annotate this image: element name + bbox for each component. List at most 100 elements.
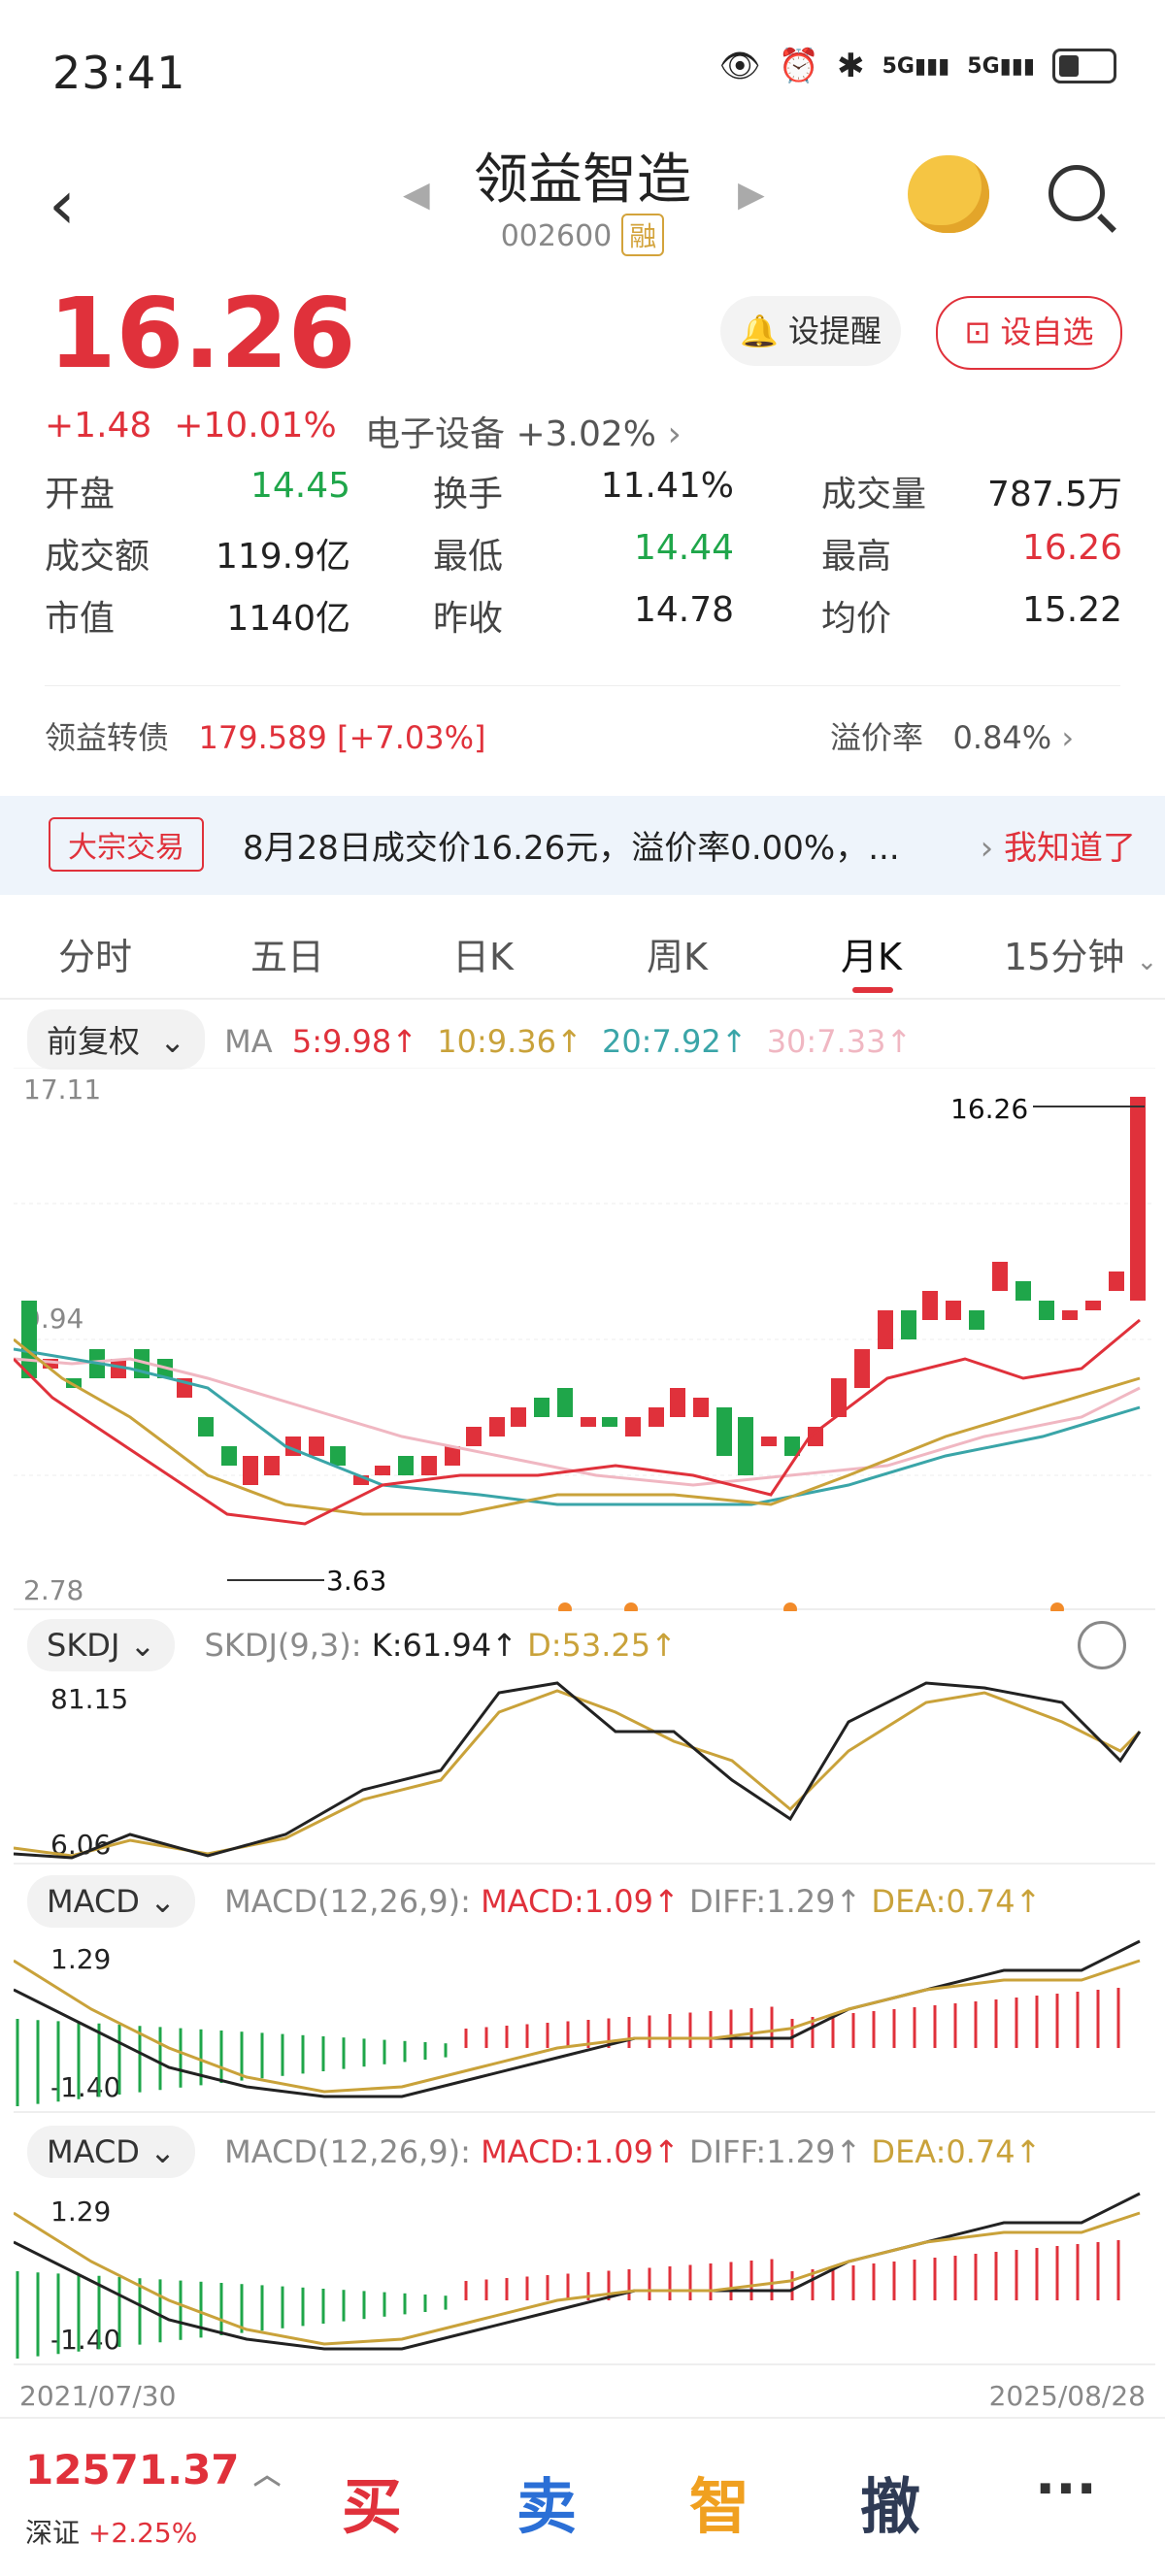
date-end: 2025/08/28 [988,2380,1146,2412]
status-icons: 👁 ⏰ ✱ 5G▮▮▮ 5G▮▮▮ [719,47,1116,85]
candle [901,1310,916,1339]
macd-select-1[interactable]: MACD ⌄ [27,1875,195,1928]
tab-intraday[interactable]: 分时 [58,927,132,980]
signal-icon: 5G▮▮▮ [882,53,950,79]
skdj-select[interactable]: SKDJ ⌄ [27,1619,176,1671]
macd-select-2[interactable]: MACD ⌄ [27,2126,195,2178]
candle [511,1407,526,1427]
ma5-value: 5:9.98↑ [291,1023,418,1060]
skdj-params: SKDJ(9,3): [204,1627,362,1664]
bell-icon: 🔔 [739,313,779,349]
candle [375,1466,390,1475]
stat-value: 14.78 [633,590,734,630]
dea-value: DEA:0.74↑ [871,2133,1042,2170]
chevron-right-icon: › [1061,719,1075,756]
stat-label: 均价 [821,599,892,639]
ma30-value: 30:7.33↑ [766,1023,913,1060]
stats-row: 开盘 14.45 换手 11.41% 成交量 787.5万 [45,466,1132,524]
stat-value: 787.5万 [986,475,1122,514]
divider [0,998,1165,1000]
ma-label: MA [224,1023,273,1060]
add-watchlist-button[interactable]: ⊡ 设自选 [936,296,1122,370]
tab-15min[interactable]: 15分钟 ⌄ [1004,927,1157,980]
candle [198,1417,214,1437]
candle [330,1446,346,1466]
stat-label: 市值 [45,599,116,639]
ma-legend: 前复权 ⌄ MA 5:9.98↑ 10:9.36↑ 20:7.92↑ 30:7.… [27,1009,1153,1070]
chart-tabs: 分时 五日 日K 周K 月K 15分钟 ⌄ [0,917,1165,995]
adjust-mode-select[interactable]: 前复权 ⌄ [27,1009,205,1070]
high-marker: 16.26 [950,1093,1028,1125]
tab-five-day[interactable]: 五日 [250,927,324,980]
stock-code-line: 002600 融 [0,214,1165,256]
candle [878,1310,893,1349]
skdj-legend: SKDJ ⌄ SKDJ(9,3): K:61.94↑ D:53.25↑ [27,1619,677,1671]
battery-icon [1052,49,1116,83]
candle [309,1437,324,1456]
smart-button[interactable]: 智 [689,2458,749,2545]
index-info: 深证 +2.25% [25,2517,198,2549]
chevron-right-icon: › [980,829,1004,868]
stat-label: 最低 [433,537,504,577]
candle [922,1291,938,1320]
diff-value: DIFF:1.29↑ [689,2133,862,2170]
eye-icon: 👁 [718,47,761,85]
stat-value: 11.41% [600,466,734,506]
event-dot [624,1602,638,1611]
candle [992,1262,1008,1291]
dismiss-button[interactable]: › 我知道了 [981,821,1136,869]
cancel-order-button[interactable]: 撤 [860,2458,920,2545]
buy-button[interactable]: 买 [342,2458,402,2545]
macd-top: 1.29 [50,1943,111,1975]
stat-label: 成交量 [821,475,927,514]
candle [649,1407,664,1427]
mascot-avatar[interactable] [908,155,989,233]
macd-params: MACD(12,26,9): [224,1883,471,1920]
block-trade-message[interactable]: 8月28日成交价16.26元，溢价率0.00%，... [243,821,900,869]
settings-icon[interactable] [1078,1621,1126,1669]
tab-monthly-k[interactable]: 月K [841,927,902,980]
search-icon[interactable] [1048,165,1105,221]
candle [466,1427,482,1446]
candle [489,1417,505,1437]
stat-label: 昨收 [433,599,504,639]
macd-chart-1[interactable]: 1.29 -1.40 [14,1932,1155,2116]
candle [738,1417,753,1475]
stat-label: 成交额 [45,537,150,577]
tab-weekly-k[interactable]: 周K [647,927,708,980]
event-dot [1050,1602,1064,1611]
index-value[interactable]: 12571.37 ︿ [25,2446,281,2493]
candle [398,1456,414,1475]
candle [421,1456,437,1475]
stat-value: 119.9亿 [215,537,350,577]
stock-name: 领益智造 [474,149,691,212]
stat-value: 15.22 [1021,590,1122,630]
macd-params: MACD(12,26,9): [224,2133,471,2170]
candle [534,1398,549,1417]
dea-value: DEA:0.74↑ [871,1883,1042,1920]
event-dot [558,1602,572,1611]
skdj-chart[interactable]: 81.15 6.06 [14,1673,1155,1867]
diff-value: DIFF:1.29↑ [689,1883,862,1920]
stat-value: 16.26 [1021,528,1122,568]
next-stock-icon[interactable]: ▶ [738,175,765,215]
convertible-bond[interactable]: 领益转债 179.589 [+7.03%] [45,713,485,758]
tab-daily-k[interactable]: 日K [452,927,514,980]
macd-chart-2[interactable]: 1.29 -1.40 [14,2184,1155,2368]
premium-rate[interactable]: 溢价率 0.84% › [830,713,1074,758]
set-alert-button[interactable]: 🔔 设提醒 [720,296,901,366]
candle [221,1446,237,1466]
bottom-trade-bar: 12571.37 ︿ 深证 +2.25% 买 卖 智 撤 ··· [0,2417,1165,2576]
kline-chart[interactable]: 17.11 9.94 2.78 16.26 3.63 [14,1068,1155,1611]
sector-link[interactable]: 电子设备 +3.02% › [365,406,682,456]
block-trade-tag: 大宗交易 [49,817,204,872]
ma30-line [14,1357,1141,1487]
low-marker: 3.63 [326,1565,386,1597]
candle [264,1456,280,1475]
sell-button[interactable]: 卖 [516,2458,577,2545]
macd-bottom: -1.40 [50,2324,120,2356]
macd-value: MACD:1.09↑ [481,1883,680,1920]
candle [716,1407,732,1456]
chevron-up-icon: ︿ [253,2459,282,2491]
more-button[interactable]: ··· [1035,2458,1097,2521]
